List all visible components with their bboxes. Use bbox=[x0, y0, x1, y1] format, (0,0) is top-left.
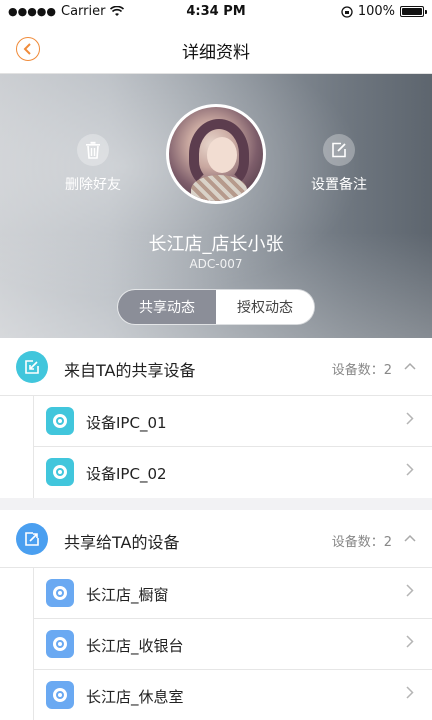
device-name: 设备IPC_01 bbox=[86, 414, 167, 432]
camera-icon bbox=[46, 458, 74, 486]
user-name: 长江店_店长小张 bbox=[148, 234, 284, 255]
battery-icon bbox=[400, 6, 427, 17]
device-name: 长江店_收银台 bbox=[86, 637, 184, 655]
status-bar: ●●●●● Carrier 4:34 PM 100% bbox=[0, 0, 432, 24]
set-remark-label: 设置备注 bbox=[311, 177, 367, 193]
chevron-right-icon bbox=[406, 461, 414, 480]
chevron-right-icon bbox=[406, 684, 414, 703]
device-row[interactable]: 长江店_休息室 bbox=[34, 670, 432, 720]
delete-friend-button[interactable]: 删除好友 bbox=[43, 134, 143, 194]
tab-shared-activity[interactable]: 共享动态 bbox=[118, 290, 216, 324]
camera-icon bbox=[46, 407, 74, 435]
device-name: 长江店_橱窗 bbox=[86, 586, 169, 604]
chevron-right-icon bbox=[406, 633, 414, 652]
tab-authorized-activity[interactable]: 授权动态 bbox=[216, 290, 314, 324]
section-title: 来自TA的共享设备 bbox=[64, 361, 196, 380]
edit-icon bbox=[332, 142, 346, 158]
trash-icon bbox=[86, 141, 100, 159]
camera-icon bbox=[46, 630, 74, 658]
section-title: 共享给TA的设备 bbox=[64, 533, 180, 552]
shared-from-header[interactable]: 来自TA的共享设备 设备数：2 bbox=[0, 338, 432, 396]
chevron-right-icon bbox=[406, 410, 414, 429]
chevron-up-icon[interactable] bbox=[404, 359, 416, 373]
device-row[interactable]: 设备IPC_02 bbox=[34, 447, 432, 498]
outgoing-share-icon bbox=[16, 523, 48, 555]
set-remark-button[interactable]: 设置备注 bbox=[289, 134, 389, 194]
rotation-lock-icon bbox=[341, 5, 353, 18]
camera-icon bbox=[46, 681, 74, 709]
navigation-bar: 详细资料 bbox=[0, 24, 432, 74]
chevron-up-icon[interactable] bbox=[404, 531, 416, 545]
device-name: 长江店_休息室 bbox=[86, 688, 184, 706]
device-count: 设备数：2 bbox=[331, 535, 392, 550]
profile-header: 删除好友 设置备注 长江店_店长小张 ADC-007 共享动态 授权动态 bbox=[0, 74, 432, 338]
battery-percent: 100% bbox=[357, 4, 395, 19]
shared-to-section: 共享给TA的设备 设备数：2 长江店_橱窗 长江店_收银台 长江店_休息室 bbox=[0, 510, 432, 720]
device-name: 设备IPC_02 bbox=[86, 465, 167, 483]
device-row[interactable]: 长江店_橱窗 bbox=[34, 568, 432, 619]
delete-friend-label: 删除好友 bbox=[65, 177, 121, 193]
incoming-share-icon bbox=[16, 351, 48, 383]
chevron-right-icon bbox=[406, 582, 414, 601]
device-row[interactable]: 长江店_收银台 bbox=[34, 619, 432, 670]
shared-from-section: 来自TA的共享设备 设备数：2 设备IPC_01 设备IPC_02 bbox=[0, 338, 432, 498]
camera-icon bbox=[46, 579, 74, 607]
user-id: ADC-007 bbox=[189, 257, 243, 271]
activity-tab-control: 共享动态 授权动态 bbox=[118, 290, 314, 324]
page-title: 详细资料 bbox=[182, 43, 250, 63]
device-count: 设备数：2 bbox=[331, 363, 392, 378]
device-row[interactable]: 设备IPC_01 bbox=[34, 396, 432, 447]
shared-to-header[interactable]: 共享给TA的设备 设备数：2 bbox=[0, 510, 432, 568]
avatar bbox=[166, 104, 266, 204]
